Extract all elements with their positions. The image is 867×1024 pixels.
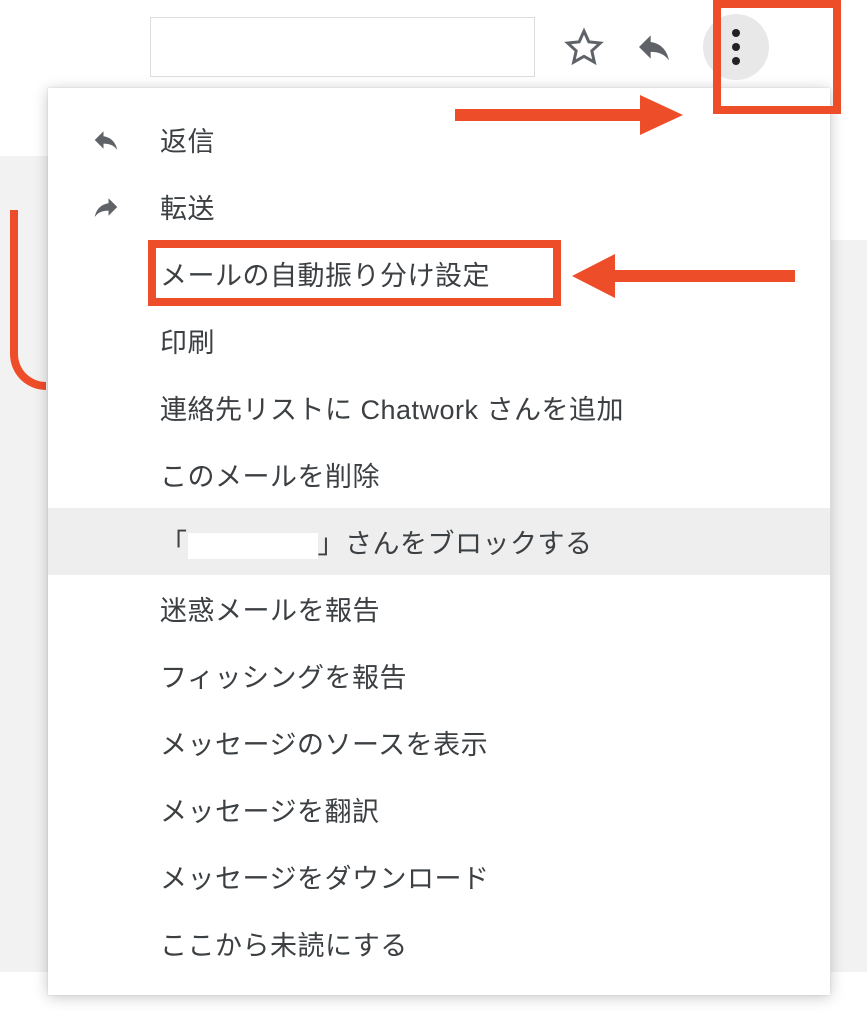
menu-item-reply[interactable]: 返信 xyxy=(48,106,830,173)
menu-label: 「 」さんをブロックする xyxy=(160,522,800,561)
menu-item-forward[interactable]: 転送 xyxy=(48,173,830,240)
forward-icon xyxy=(88,189,124,225)
menu-label: 返信 xyxy=(160,120,800,159)
reply-icon xyxy=(88,122,124,158)
menu-label: メッセージのソースを表示 xyxy=(160,723,800,762)
menu-item-download[interactable]: メッセージをダウンロード xyxy=(48,843,830,910)
menu-label: 転送 xyxy=(160,187,800,226)
decorative-curve xyxy=(10,210,46,390)
reply-toolbar-icon[interactable] xyxy=(633,26,675,68)
menu-item-report-spam[interactable]: 迷惑メールを報告 xyxy=(48,575,830,642)
menu-item-translate[interactable]: メッセージを翻訳 xyxy=(48,776,830,843)
menu-item-delete[interactable]: このメールを削除 xyxy=(48,441,830,508)
menu-label: メールの自動振り分け設定 xyxy=(160,254,800,293)
menu-label: このメールを削除 xyxy=(160,455,800,494)
menu-label: メッセージを翻訳 xyxy=(160,790,800,829)
menu-item-show-original[interactable]: メッセージのソースを表示 xyxy=(48,709,830,776)
menu-label: ここから未読にする xyxy=(160,924,800,963)
more-options-button[interactable] xyxy=(703,14,769,80)
menu-label: 連絡先リストに Chatwork さんを追加 xyxy=(160,388,800,427)
background-right-strip xyxy=(831,240,867,972)
menu-label: 迷惑メールを報告 xyxy=(160,589,800,628)
menu-label: メッセージをダウンロード xyxy=(160,857,800,896)
menu-item-add-contact[interactable]: 連絡先リストに Chatwork さんを追加 xyxy=(48,374,830,441)
redacted-name xyxy=(188,533,318,559)
menu-label: 印刷 xyxy=(160,321,800,360)
sender-chip-area xyxy=(150,17,535,77)
block-suffix: 」さんをブロックする xyxy=(318,529,593,559)
star-icon[interactable] xyxy=(563,26,605,68)
vertical-dots-icon xyxy=(732,29,740,65)
menu-label: フィッシングを報告 xyxy=(160,656,800,695)
menu-item-mark-unread[interactable]: ここから未読にする xyxy=(48,910,830,977)
menu-item-print[interactable]: 印刷 xyxy=(48,307,830,374)
menu-item-filter[interactable]: メールの自動振り分け設定 xyxy=(48,240,830,307)
block-prefix: 「 xyxy=(160,529,188,559)
more-options-menu: 返信 転送 メールの自動振り分け設定 印刷 連絡先リストに Chatwork さ… xyxy=(48,88,830,995)
menu-item-report-phishing[interactable]: フィッシングを報告 xyxy=(48,642,830,709)
message-toolbar xyxy=(150,12,837,82)
menu-item-block[interactable]: 「 」さんをブロックする xyxy=(48,508,830,575)
